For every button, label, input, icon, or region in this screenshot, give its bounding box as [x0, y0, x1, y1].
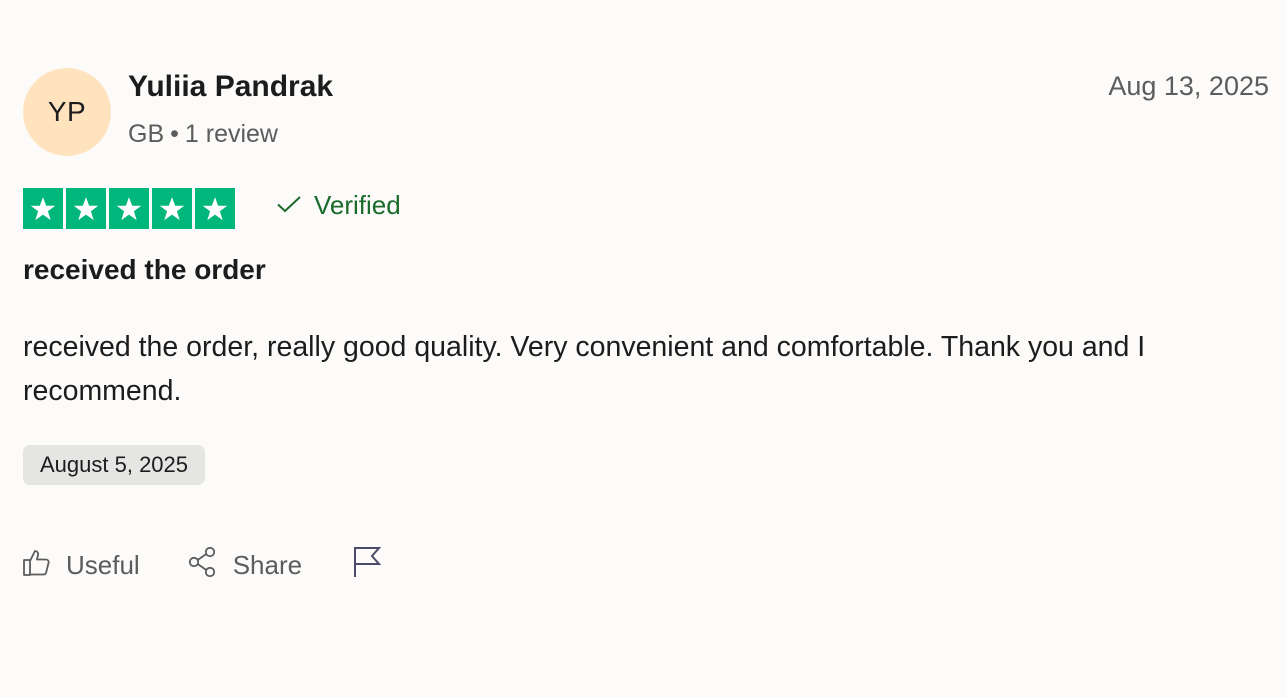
review-actions: Useful Share	[22, 545, 396, 586]
check-icon	[276, 190, 314, 221]
star-icon	[152, 188, 192, 229]
star-icon	[66, 188, 106, 229]
verified-label: Verified	[314, 190, 401, 220]
reviewer-meta: GB • 1 review	[128, 120, 278, 149]
reviewer-name[interactable]: Yuliia Pandrak	[128, 70, 333, 104]
review-title: received the order	[23, 254, 266, 285]
avatar-initials: YP	[47, 96, 87, 127]
verified-badge[interactable]: Verified	[276, 190, 401, 221]
star-icon	[109, 188, 149, 229]
review-text: received the order, really good quality.…	[23, 331, 1146, 407]
share-button[interactable]: Share	[187, 546, 302, 585]
share-icon	[187, 546, 233, 585]
report-button[interactable]	[352, 545, 396, 586]
meta-separator: •	[170, 120, 179, 148]
experience-date-badge: August 5, 2025	[23, 445, 206, 485]
star-icon	[23, 188, 63, 229]
experience-date: August 5, 2025	[40, 452, 189, 477]
review-posted-date: Aug 13, 2025	[1108, 71, 1269, 101]
reviewer-country: GB	[128, 120, 165, 148]
share-label: Share	[232, 550, 303, 580]
star-icon	[195, 188, 235, 229]
thumbs-up-icon	[22, 547, 66, 584]
flag-icon	[352, 545, 396, 586]
useful-label: Useful	[66, 550, 140, 580]
star-rating	[23, 188, 235, 229]
useful-button[interactable]: Useful	[22, 547, 140, 584]
reviewer-review-count: 1 review	[184, 120, 278, 148]
review-card: YP Yuliia Pandrak GB • 1 review Aug 13, 20…	[0, 0, 1286, 698]
avatar[interactable]: YP	[23, 68, 111, 156]
